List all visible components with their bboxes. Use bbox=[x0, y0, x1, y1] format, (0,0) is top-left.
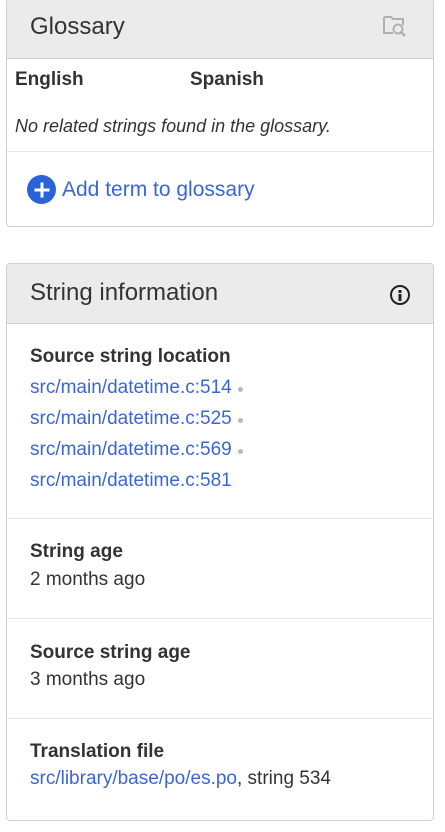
divider bbox=[7, 618, 433, 619]
source-location-label: Source string location bbox=[30, 346, 231, 367]
divider bbox=[7, 151, 433, 152]
source-location-section: Source string location src/main/datetime… bbox=[30, 346, 413, 496]
source-string-age-section: Source string age 3 months ago bbox=[30, 642, 413, 691]
divider bbox=[7, 718, 433, 719]
separator-dot bbox=[237, 448, 243, 454]
source-string-age-label: Source string age bbox=[30, 642, 191, 663]
string-information-header: String information bbox=[7, 264, 433, 324]
source-location-link[interactable]: src/main/datetime.c:514 bbox=[30, 372, 232, 403]
string-age-label: String age bbox=[30, 541, 123, 562]
add-term-button[interactable]: Add term to glossary bbox=[27, 175, 255, 204]
source-location-list: src/main/datetime.c:514 src/main/datetim… bbox=[30, 372, 413, 496]
list-item: src/main/datetime.c:525 bbox=[30, 403, 413, 434]
translation-file-link[interactable]: src/library/base/po/es.po bbox=[30, 768, 237, 789]
source-location-link[interactable]: src/main/datetime.c:569 bbox=[30, 434, 232, 465]
translation-file-label: Translation file bbox=[30, 741, 165, 762]
glossary-col-english: English bbox=[15, 69, 84, 90]
translation-file-section: Translation file src/library/base/po/es.… bbox=[30, 741, 413, 790]
source-location-link[interactable]: src/main/datetime.c:525 bbox=[30, 403, 232, 434]
info-icon[interactable] bbox=[390, 285, 410, 305]
translation-file-suffix: , string 534 bbox=[237, 768, 331, 789]
string-age-value: 2 months ago bbox=[30, 569, 146, 590]
add-term-label: Add term to glossary bbox=[62, 177, 255, 201]
separator-dot bbox=[237, 417, 243, 423]
string-age-section: String age 2 months ago bbox=[30, 541, 413, 591]
glossary-empty-message: No related strings found in the glossary… bbox=[15, 116, 331, 136]
string-information-title: String information bbox=[30, 279, 219, 306]
glossary-header: Glossary bbox=[7, 0, 433, 59]
separator-dot bbox=[237, 386, 243, 392]
glossary-col-spanish: Spanish bbox=[190, 69, 264, 90]
list-item: src/main/datetime.c:514 bbox=[30, 372, 413, 403]
list-item: src/main/datetime.c:569 bbox=[30, 434, 413, 465]
glossary-search-icon[interactable] bbox=[381, 12, 407, 38]
source-location-link[interactable]: src/main/datetime.c:581 bbox=[30, 465, 232, 496]
translation-file-value: src/library/base/po/es.po, string 534 bbox=[30, 768, 413, 790]
glossary-columns: English Spanish bbox=[15, 69, 433, 93]
divider bbox=[7, 518, 433, 519]
list-item: src/main/datetime.c:581 bbox=[30, 465, 413, 496]
string-information-panel: String information Source string locatio… bbox=[6, 263, 434, 821]
plus-circle-icon bbox=[27, 175, 56, 204]
source-string-age-value: 3 months ago bbox=[30, 669, 146, 690]
glossary-title: Glossary bbox=[30, 13, 125, 40]
glossary-panel: Glossary English Spanish No related stri… bbox=[6, 0, 434, 227]
